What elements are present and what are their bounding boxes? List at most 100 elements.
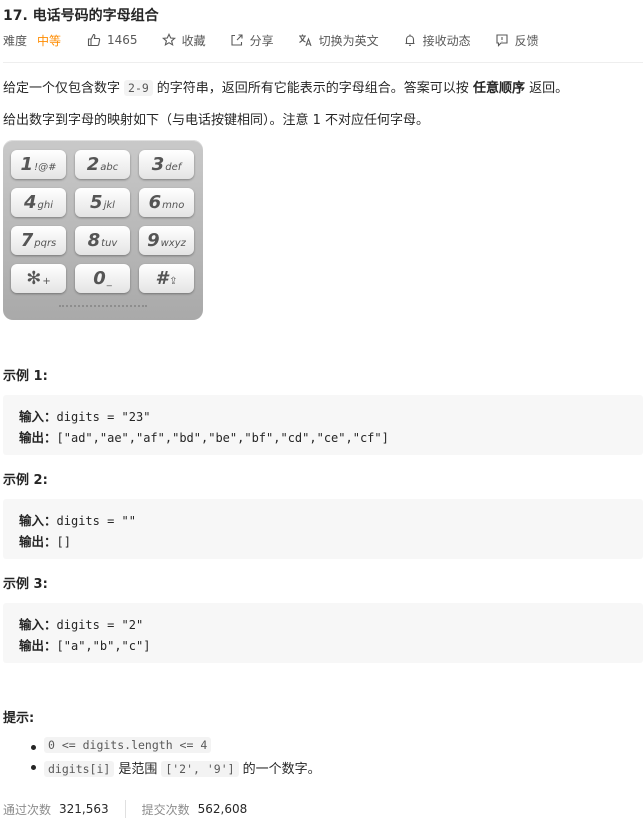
- key-digit: #: [155, 268, 169, 289]
- star-icon: [161, 33, 176, 46]
- emphasis-text: 任意顺序: [472, 81, 525, 96]
- key-letters: _: [106, 276, 112, 287]
- keypad-key: 5 jkl: [75, 188, 130, 217]
- keypad-key: 7 pqrs: [11, 226, 66, 255]
- key-letters: mno: [162, 200, 185, 211]
- keypad-key: 2 abc: [75, 150, 130, 179]
- key-digit: 8: [87, 230, 101, 251]
- thumbs-up-icon: [87, 33, 101, 47]
- description-text: 返回。: [529, 81, 569, 96]
- key-digit: 3: [151, 154, 165, 175]
- example-1-code-block: 输入：digits = "23" 输出：["ad","ae","af","bd"…: [3, 395, 643, 455]
- description-paragraph-2: 给出数字到字母的映射如下（与电话按键相同）。注意 1 不对应任何字母。: [3, 113, 430, 128]
- switch-language-label: 切换为英文: [318, 33, 379, 48]
- example-3-code-block: 输入：digits = "2" 输出：["a","b","c"]: [3, 603, 643, 663]
- example-output-line: 输出：["a","b","c"]: [19, 635, 150, 654]
- translate-icon: [298, 34, 312, 47]
- key-digit: 0: [93, 268, 106, 289]
- key-digit: 7: [20, 230, 34, 251]
- output-label: 输出：: [19, 534, 57, 549]
- hint-text: 是范围: [118, 762, 158, 777]
- phone-keypad-image: 1 !@# 2 abc 3 def 4 ghi 5 jkl 6 mno 7 pqrs 8 tuv…: [3, 140, 203, 320]
- keypad-key: 4 ghi: [11, 188, 66, 217]
- key-digit: 4: [24, 192, 37, 213]
- problem-meta-bar: 难度 中等 1465 收藏 分享 切换为英文 接收动态 反馈: [3, 31, 563, 49]
- key-digit: 5: [90, 192, 103, 213]
- output-label: 输出：: [19, 638, 57, 653]
- submissions-label: 提交次数: [141, 802, 190, 817]
- input-value: digits = "23": [56, 410, 151, 424]
- bullet-dot: [31, 745, 36, 750]
- description-text: 的字符串，返回所有它能表示的字母组合。答案可以按: [156, 81, 469, 96]
- output-value: []: [56, 535, 71, 549]
- key-digit: 1: [20, 154, 34, 175]
- example-input-line: 输入：digits = "": [19, 510, 136, 529]
- example-2-title: 示例 2:: [3, 473, 48, 488]
- key-digit: 2: [86, 154, 100, 175]
- subscribe-button[interactable]: 接收动态: [403, 32, 471, 49]
- inline-code: ['2', '9']: [161, 761, 239, 777]
- feedback-label: 反馈: [514, 33, 539, 48]
- difficulty-badge: 中等: [37, 33, 62, 48]
- keypad-key: 9 wxyz: [139, 226, 194, 255]
- keypad-key: # ⇪: [139, 264, 194, 293]
- problem-title: 17. 电话号码的字母组合: [3, 8, 159, 24]
- example-3-title: 示例 3:: [3, 577, 48, 592]
- collect-button[interactable]: 收藏: [161, 32, 206, 49]
- example-output-line: 输出：["ad","ae","af","bd","be","bf","cd","…: [19, 427, 389, 446]
- keypad-key: 3 def: [139, 150, 194, 179]
- key-letters: tuv: [101, 238, 118, 249]
- output-label: 输出：: [19, 430, 57, 445]
- inline-code: 0 <= digits.length <= 4: [44, 737, 212, 753]
- like-button[interactable]: 1465: [87, 33, 138, 47]
- key-letters: ⇪: [169, 276, 178, 287]
- key-letters: +: [42, 276, 51, 287]
- keypad-key: 8 tuv: [75, 226, 130, 255]
- keypad-key: ✻ +: [11, 264, 66, 293]
- accepted-label: 通过次数: [3, 802, 52, 817]
- key-letters: pqrs: [34, 238, 57, 249]
- bullet-dot: [31, 765, 36, 770]
- share-label: 分享: [249, 33, 274, 48]
- output-value: ["ad","ae","af","bd","be","bf","cd","ce"…: [56, 431, 389, 445]
- input-label: 输入：: [19, 513, 57, 528]
- key-letters: ghi: [37, 200, 53, 211]
- description-paragraph-1: 给定一个仅包含数字 2-9 的字符串，返回所有它能表示的字母组合。答案可以按 任意顺…: [3, 77, 568, 96]
- feedback-button[interactable]: 反馈: [495, 32, 539, 49]
- share-button[interactable]: 分享: [230, 32, 274, 49]
- submissions-count: 562,608: [197, 802, 248, 816]
- example-output-line: 输出：[]: [19, 531, 71, 550]
- bell-icon: [405, 34, 415, 46]
- key-letters: abc: [100, 162, 119, 173]
- submission-stats: 通过次数 321,563 提交次数 562,608: [3, 800, 247, 818]
- hints-title: 提示:: [3, 711, 35, 726]
- description-text: 给定一个仅包含数字: [3, 81, 121, 96]
- hint-item-1: 0 <= digits.length <= 4: [44, 737, 215, 753]
- input-label: 输入：: [19, 409, 57, 424]
- hint-text: 的一个数字。: [242, 762, 321, 777]
- output-value: ["a","b","c"]: [56, 639, 151, 653]
- input-label: 输入：: [19, 617, 57, 632]
- like-count: 1465: [107, 33, 138, 47]
- switch-language-button[interactable]: 切换为英文: [298, 32, 379, 49]
- stats-separator: [124, 800, 126, 818]
- speaker-grille: [59, 305, 147, 308]
- key-digit: 9: [147, 230, 160, 251]
- inline-code: 2-9: [124, 80, 153, 96]
- keypad-key: 1 !@#: [11, 150, 66, 179]
- input-value: digits = "": [56, 514, 136, 528]
- collect-label: 收藏: [181, 33, 206, 48]
- input-value: digits = "2": [56, 618, 144, 632]
- example-1-title: 示例 1:: [3, 369, 48, 384]
- key-letters: jkl: [103, 200, 115, 211]
- key-digit: ✻: [26, 268, 42, 289]
- accepted-count: 321,563: [59, 802, 109, 816]
- example-input-line: 输入：digits = "23": [19, 406, 150, 425]
- example-2-code-block: 输入：digits = "" 输出：[]: [3, 499, 643, 559]
- hint-item-2: digits[i] 是范围 ['2', '9'] 的一个数字。: [44, 758, 321, 777]
- feedback-icon: [496, 34, 508, 47]
- inline-code: digits[i]: [44, 761, 115, 777]
- key-letters: def: [165, 162, 182, 173]
- difficulty-label: 难度: [3, 33, 28, 48]
- key-digit: 6: [148, 192, 162, 213]
